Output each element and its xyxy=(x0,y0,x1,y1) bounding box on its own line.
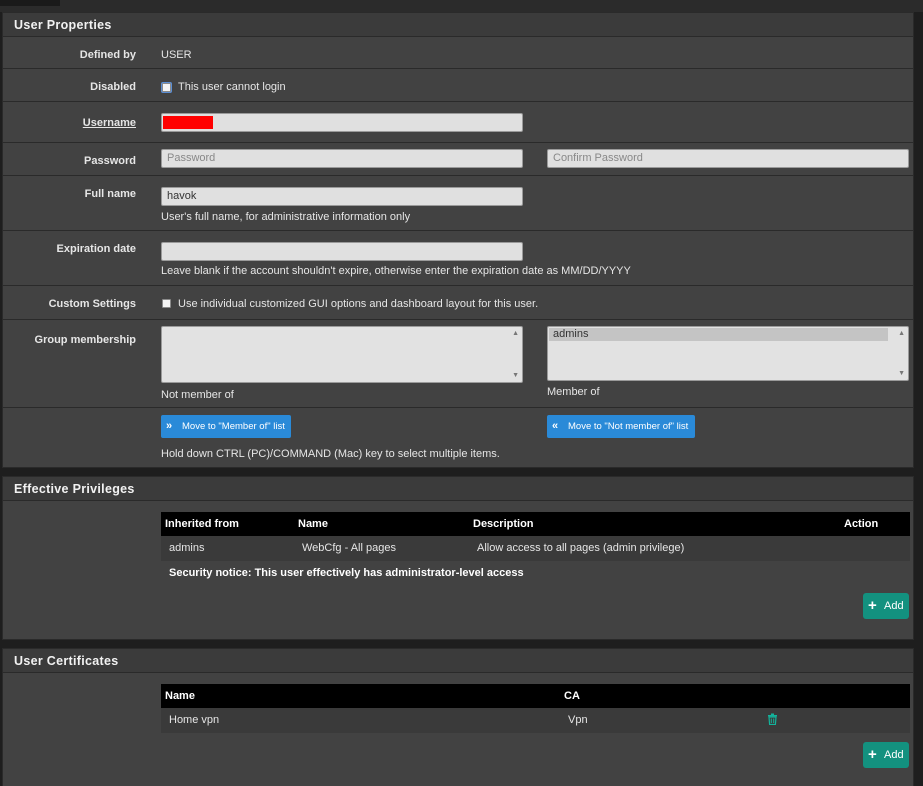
table-row: admins WebCfg - All pages Allow access t… xyxy=(161,536,910,561)
password-label: Password xyxy=(84,155,136,167)
listbox-scrollbar[interactable]: ▲ ▼ xyxy=(894,327,908,380)
password-row: Password Password Confirm Password xyxy=(3,143,913,176)
custom-settings-label: Custom Settings xyxy=(48,298,136,310)
cell-cert-ca: Vpn xyxy=(568,714,588,726)
panel-title: User Certificates xyxy=(3,649,913,673)
username-label: Username xyxy=(82,117,136,129)
redaction-bar xyxy=(163,116,213,129)
disabled-row: Disabled This user cannot login xyxy=(3,69,913,102)
move-to-member-label: Move to "Member of" list xyxy=(182,421,285,432)
cell-cert-name: Home vpn xyxy=(169,714,220,726)
confirm-password-input[interactable]: Confirm Password xyxy=(547,149,909,168)
move-to-not-member-button[interactable]: « Move to "Not member of" list xyxy=(547,415,695,438)
full-name-help: User's full name, for administrative inf… xyxy=(161,211,411,223)
defined-by-row: Defined by USER xyxy=(3,37,913,69)
col-name: Name xyxy=(298,518,328,530)
cell-name: WebCfg - All pages xyxy=(302,542,396,554)
certificates-table: Name CA Home vpn Vpn xyxy=(161,684,910,733)
multi-select-help: Hold down CTRL (PC)/COMMAND (Mac) key to… xyxy=(161,448,500,460)
move-to-member-button[interactable]: » Move to "Member of" list xyxy=(161,415,291,438)
table-row: Home vpn Vpn xyxy=(161,708,910,733)
col-name: Name xyxy=(165,690,195,702)
expiration-help: Leave blank if the account shouldn't exp… xyxy=(161,265,631,277)
defined-by-value: USER xyxy=(161,49,192,61)
add-privilege-label: Add xyxy=(884,600,904,612)
custom-settings-row: Custom Settings Use individual customize… xyxy=(3,286,913,320)
privileges-table: Inherited from Name Description Action a… xyxy=(161,512,910,579)
move-to-not-member-label: Move to "Not member of" list xyxy=(568,421,689,432)
custom-settings-checkbox[interactable] xyxy=(162,299,171,308)
plus-icon: + xyxy=(868,597,877,614)
full-name-label: Full name xyxy=(84,188,136,200)
member-listbox[interactable]: admins ▲ ▼ xyxy=(547,326,909,381)
scroll-up-icon[interactable]: ▲ xyxy=(512,330,519,337)
table-header: Name CA xyxy=(161,684,910,708)
expiration-row: Expiration date Leave blank if the accou… xyxy=(3,231,913,286)
security-notice: Security notice: This user effectively h… xyxy=(169,567,524,579)
not-member-caption: Not member of xyxy=(161,389,234,401)
group-membership-label: Group membership xyxy=(34,334,136,346)
listbox-scrollbar[interactable]: ▲ ▼ xyxy=(508,327,522,382)
add-privilege-button[interactable]: + Add xyxy=(863,593,909,619)
user-certificates-panel: User Certificates Name CA Home vpn Vpn +… xyxy=(2,648,914,786)
col-ca: CA xyxy=(564,690,580,702)
expiration-label: Expiration date xyxy=(56,243,136,255)
defined-by-label: Defined by xyxy=(79,49,136,61)
username-row: Username xyxy=(3,102,913,143)
col-description: Description xyxy=(473,518,534,530)
password-input[interactable]: Password xyxy=(161,149,523,168)
panel-title: User Properties xyxy=(3,13,913,37)
not-member-listbox[interactable]: ▲ ▼ xyxy=(161,326,523,383)
col-inherited-from: Inherited from xyxy=(165,518,239,530)
username-input[interactable] xyxy=(161,113,523,132)
disabled-checkbox[interactable] xyxy=(162,83,171,92)
scroll-down-icon[interactable]: ▼ xyxy=(898,370,905,377)
plus-icon: + xyxy=(868,746,877,763)
member-option[interactable]: admins xyxy=(549,328,888,341)
top-strip xyxy=(0,0,923,12)
effective-privileges-panel: Effective Privileges Inherited from Name… xyxy=(2,476,914,640)
full-name-input[interactable]: havok xyxy=(161,187,523,206)
scroll-up-icon[interactable]: ▲ xyxy=(898,330,905,337)
group-membership-row: Group membership ▲ ▼ Not member of admin… xyxy=(3,320,913,408)
disabled-label: Disabled xyxy=(90,81,136,93)
full-name-row: Full name havok User's full name, for ad… xyxy=(3,176,913,231)
table-header: Inherited from Name Description Action xyxy=(161,512,910,536)
add-certificate-button[interactable]: + Add xyxy=(863,742,909,768)
user-properties-panel: User Properties Defined by USER Disabled… xyxy=(2,12,914,468)
expiration-input[interactable] xyxy=(161,242,523,261)
member-caption: Member of xyxy=(547,386,600,398)
disabled-checkbox-text: This user cannot login xyxy=(178,81,286,93)
double-chevron-left-icon: « xyxy=(552,420,559,432)
double-chevron-right-icon: » xyxy=(166,420,173,432)
panel-title: Effective Privileges xyxy=(3,477,913,501)
move-buttons-row: » Move to "Member of" list « Move to "No… xyxy=(3,408,913,469)
scroll-down-icon[interactable]: ▼ xyxy=(512,372,519,379)
trash-icon[interactable] xyxy=(767,713,778,728)
custom-settings-checkbox-text: Use individual customized GUI options an… xyxy=(178,298,539,310)
add-certificate-label: Add xyxy=(884,749,904,761)
cell-description: Allow access to all pages (admin privile… xyxy=(477,542,685,554)
cell-inherited-from: admins xyxy=(169,542,205,554)
col-action: Action xyxy=(844,518,879,530)
